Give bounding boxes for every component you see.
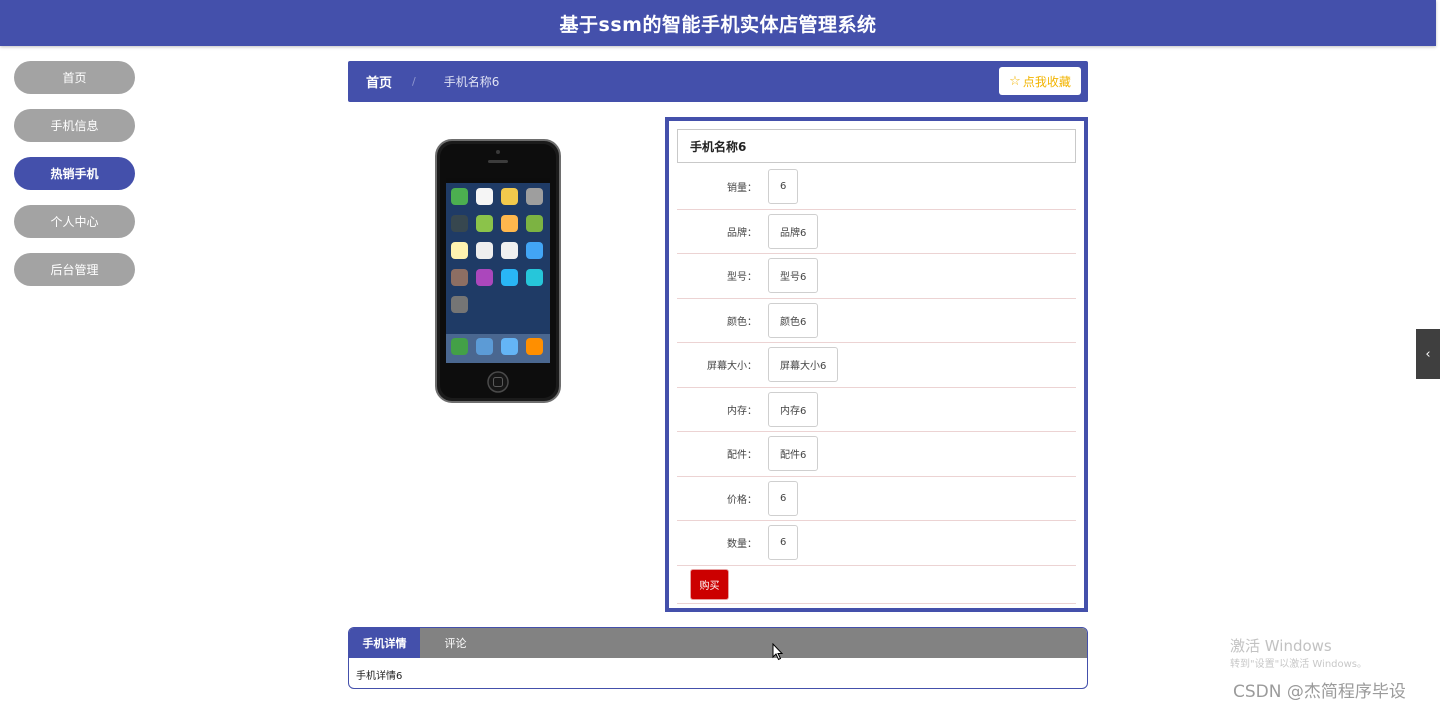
chevron-left-icon: ‹	[1425, 346, 1431, 362]
product-image	[435, 139, 561, 403]
nav-item-admin[interactable]: 后台管理	[14, 253, 135, 286]
nav-item-hot-phones[interactable]: 热销手机	[14, 157, 135, 190]
attr-label-color: 颜色：	[727, 316, 757, 328]
attr-row-memory: 内存： 内存6	[677, 388, 1076, 432]
breadcrumb-home-link[interactable]: 首页	[366, 72, 392, 91]
buy-row: 购买	[677, 566, 1076, 604]
attr-label-model: 型号：	[727, 272, 757, 284]
attr-label-screen-size: 屏幕大小：	[707, 361, 757, 373]
side-panel-toggle[interactable]: ‹	[1416, 329, 1440, 379]
attr-value-quantity: 6	[768, 525, 799, 561]
attr-label-brand: 品牌：	[727, 227, 757, 239]
attr-row-quantity: 数量： 6	[677, 521, 1076, 566]
csdn-watermark: CSDN @杰简程序毕设	[1233, 682, 1406, 702]
favorite-button-label: 点我收藏	[1022, 74, 1071, 89]
breadcrumb: 首页 / 手机名称6 ☆ 点我收藏	[348, 61, 1088, 102]
mouse-cursor-icon	[772, 643, 784, 661]
nav-item-home[interactable]: 首页	[14, 61, 135, 94]
windows-activation-subtitle: 转到"设置"以激活 Windows。	[1230, 659, 1368, 670]
attr-value-brand: 品牌6	[768, 213, 819, 249]
attr-row-color: 颜色： 颜色6	[677, 299, 1076, 343]
sidebar-nav: 首页 手机信息 热销手机 个人中心 后台管理	[14, 61, 135, 301]
product-detail-panel: 手机名称6 销量： 6 品牌： 品牌6 型号： 型号6 颜色： 颜色6 屏幕大小…	[665, 117, 1088, 612]
product-attribute-list: 销量： 6 品牌： 品牌6 型号： 型号6 颜色： 颜色6 屏幕大小： 屏幕大小…	[677, 165, 1076, 604]
attr-row-sales: 销量： 6	[677, 165, 1076, 210]
attr-row-model: 型号： 型号6	[677, 254, 1076, 299]
attr-value-price: 6	[768, 480, 799, 516]
attr-row-accessories: 配件： 配件6	[677, 432, 1076, 477]
attr-value-memory: 内存6	[768, 391, 819, 427]
tab-phone-details[interactable]: 手机详情	[349, 628, 420, 658]
attr-label-memory: 内存：	[727, 405, 757, 417]
tab-content: 手机详情6	[356, 671, 403, 682]
attr-value-sales: 6	[768, 169, 799, 205]
star-outline-icon: ☆	[1009, 73, 1021, 89]
buy-button[interactable]: 购买	[691, 569, 728, 599]
windows-activation-title: 激活 Windows	[1230, 637, 1332, 655]
tab-bar: 手机详情 评论	[349, 628, 1087, 658]
attr-row-screen-size: 屏幕大小： 屏幕大小6	[677, 343, 1076, 388]
app-header: 基于ssm的智能手机实体店管理系统	[0, 0, 1436, 46]
attr-row-brand: 品牌： 品牌6	[677, 210, 1076, 254]
tab-comments[interactable]: 评论	[420, 628, 491, 658]
attr-label-quantity: 数量：	[727, 539, 757, 551]
breadcrumb-current: 手机名称6	[443, 75, 500, 89]
attr-label-price: 价格：	[727, 494, 757, 506]
attr-row-price: 价格： 6	[677, 477, 1076, 521]
attr-label-sales: 销量：	[727, 183, 757, 195]
app-title: 基于ssm的智能手机实体店管理系统	[559, 13, 877, 36]
attr-label-accessories: 配件：	[727, 450, 757, 462]
nav-item-phone-info[interactable]: 手机信息	[14, 109, 135, 142]
favorite-button[interactable]: ☆ 点我收藏	[999, 67, 1081, 95]
attr-value-color: 颜色6	[768, 302, 819, 338]
product-name: 手机名称6	[677, 129, 1076, 163]
nav-item-personal-center[interactable]: 个人中心	[14, 205, 135, 238]
breadcrumb-separator: /	[412, 75, 416, 88]
attr-value-accessories: 配件6	[768, 436, 819, 472]
product-tabs-panel: 手机详情 评论 手机详情6	[348, 627, 1088, 689]
attr-value-model: 型号6	[768, 258, 819, 294]
attr-value-screen-size: 屏幕大小6	[768, 347, 839, 383]
